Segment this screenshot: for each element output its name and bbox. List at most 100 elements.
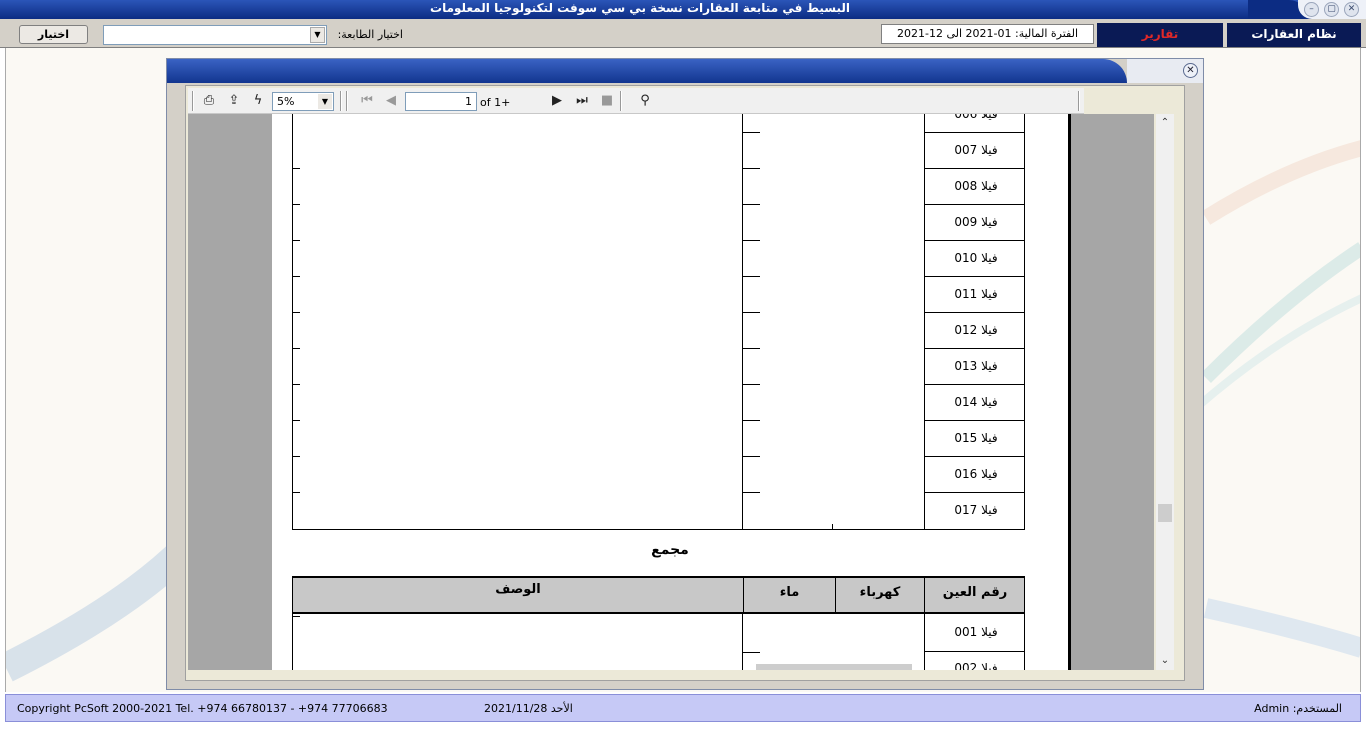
row-line (924, 276, 1024, 277)
table-header: رقم العين كهرباء ماء الوصف (292, 576, 1025, 614)
table-column-line (924, 114, 925, 530)
row-line (924, 348, 1024, 349)
zoom-select[interactable]: 5% ▼ (272, 92, 334, 111)
horizontal-scrollbar-thumb[interactable] (756, 664, 912, 670)
list-item: فيلا 001 (954, 625, 998, 639)
row-line (924, 492, 1024, 493)
tick-mark (292, 276, 300, 277)
tick-mark (742, 204, 760, 205)
table-bottom-line (292, 529, 1025, 530)
tick-mark (742, 312, 760, 313)
printer-select[interactable]: ▼ (103, 25, 327, 45)
financial-period: الفترة المالية: 01-2021 الى 12-2021 (881, 24, 1094, 44)
tick-mark (292, 204, 300, 205)
report-viewer-window: ✕ ⎙ ⇪ ϟ 5% ▼ ⏮ ◀ 1 of 1+ ▶ ⏭ ■ ⚲ فيلا 00… (166, 58, 1204, 690)
print-icon[interactable]: ⎙ (200, 93, 218, 109)
status-bar: Copyright PcSoft 2000-2021 Tel. +974 667… (5, 694, 1361, 722)
row-line (924, 456, 1024, 457)
row-line (924, 204, 1024, 205)
search-binoculars-icon[interactable]: ⚲ (636, 93, 654, 109)
printer-select-label: اختيار الطابعة: (337, 28, 403, 41)
tick-mark (292, 384, 300, 385)
chevron-up-icon[interactable]: ⌃ (1156, 114, 1174, 132)
list-item: فيلا 008 (954, 179, 998, 193)
stop-icon[interactable]: ■ (598, 93, 616, 109)
header-electricity: كهرباء (835, 578, 925, 614)
chevron-down-icon[interactable]: ▼ (310, 27, 325, 43)
row-line (924, 132, 1024, 133)
bottom-strip (0, 722, 1366, 732)
top-toolbar: اختيار ▼ اختيار الطابعة: الفترة المالية:… (0, 19, 1366, 48)
toolbar-separator (192, 91, 194, 111)
list-item: فيلا 011 (954, 287, 998, 301)
table-column-line (924, 614, 925, 670)
previous-page-icon[interactable]: ◀ (382, 93, 400, 109)
list-item: فيلا 017 (954, 503, 998, 517)
tick-mark (292, 456, 300, 457)
chevron-down-icon[interactable]: ⌄ (1156, 652, 1174, 670)
table-column-line (742, 114, 743, 530)
chevron-down-icon[interactable]: ▼ (318, 94, 332, 109)
header-unit-no: رقم العين (942, 585, 1008, 600)
minimize-icon[interactable]: – (1304, 2, 1319, 17)
row-line (924, 240, 1024, 241)
list-item: فيلا 002 (954, 661, 998, 670)
tick-mark (742, 492, 760, 493)
page-edge (1068, 114, 1071, 670)
table-border-left (292, 114, 293, 530)
first-page-icon[interactable]: ⏮ (358, 93, 376, 109)
toolbar-separator (346, 91, 348, 111)
export-icon[interactable]: ⇪ (225, 93, 243, 109)
tick-mark (742, 420, 760, 421)
tick-mark (292, 240, 300, 241)
lightning-icon[interactable]: ϟ (249, 93, 267, 109)
row-line (924, 168, 1024, 169)
tick-mark (742, 168, 760, 169)
list-item: فيلا 009 (954, 215, 998, 229)
last-page-icon[interactable]: ⏭ (573, 93, 591, 109)
list-item: فيلا 015 (954, 431, 998, 445)
report-page-area[interactable]: فيلا 006 فيلا 007 فيلا 008 فيلا 009 فيلا… (188, 114, 1154, 670)
list-item: فيلا 014 (954, 395, 998, 409)
tab-real-estate-system[interactable]: نظام العقارات (1227, 23, 1361, 47)
list-item: فيلا 006 (954, 114, 998, 121)
tick-mark (742, 240, 760, 241)
list-item: فيلا 016 (954, 467, 998, 481)
tick-mark (742, 652, 760, 653)
tick-mark (292, 420, 300, 421)
close-icon[interactable]: ✕ (1183, 63, 1198, 78)
zoom-value: 5% (277, 95, 295, 108)
page-number-input[interactable]: 1 (405, 92, 477, 111)
scrollbar-thumb[interactable] (1158, 504, 1172, 522)
title-bar: البسيط في متابعة العقارات نسخة بي سي سوف… (0, 0, 1366, 19)
table-border-left (292, 614, 293, 670)
tick-mark (742, 276, 760, 277)
toolbar-separator (340, 91, 342, 111)
header-water: ماء (743, 578, 835, 614)
page-count: of 1+ (480, 96, 511, 109)
tick-mark (292, 348, 300, 349)
toolbar-separator (620, 91, 622, 111)
current-user: المستخدم: Admin (1254, 702, 1342, 715)
row-line (924, 312, 1024, 313)
toolbar-separator (1078, 91, 1080, 111)
choose-button[interactable]: اختيار (19, 25, 88, 44)
maximize-icon[interactable]: ▢ (1324, 2, 1339, 17)
tick-mark (742, 132, 760, 133)
row-line (924, 420, 1024, 421)
list-item: فيلا 013 (954, 359, 998, 373)
tab-reports[interactable]: تقارير (1097, 23, 1223, 47)
close-icon[interactable]: ✕ (1344, 2, 1359, 17)
report-page: فيلا 006 فيلا 007 فيلا 008 فيلا 009 فيلا… (272, 114, 1068, 670)
vertical-scrollbar[interactable]: ⌃ ⌄ (1156, 114, 1174, 670)
window-title: البسيط في متابعة العقارات نسخة بي سي سوف… (430, 1, 850, 15)
next-page-icon[interactable]: ▶ (548, 93, 566, 109)
table-column-line (742, 614, 743, 670)
table-mark (832, 524, 833, 530)
tick-mark (292, 312, 300, 313)
tick-mark (742, 348, 760, 349)
row-line (924, 384, 1024, 385)
report-viewer: ⎙ ⇪ ϟ 5% ▼ ⏮ ◀ 1 of 1+ ▶ ⏭ ■ ⚲ فيلا 006 … (185, 85, 1185, 681)
tick-mark (742, 456, 760, 457)
window-controls: – ▢ ✕ (1298, 0, 1366, 19)
